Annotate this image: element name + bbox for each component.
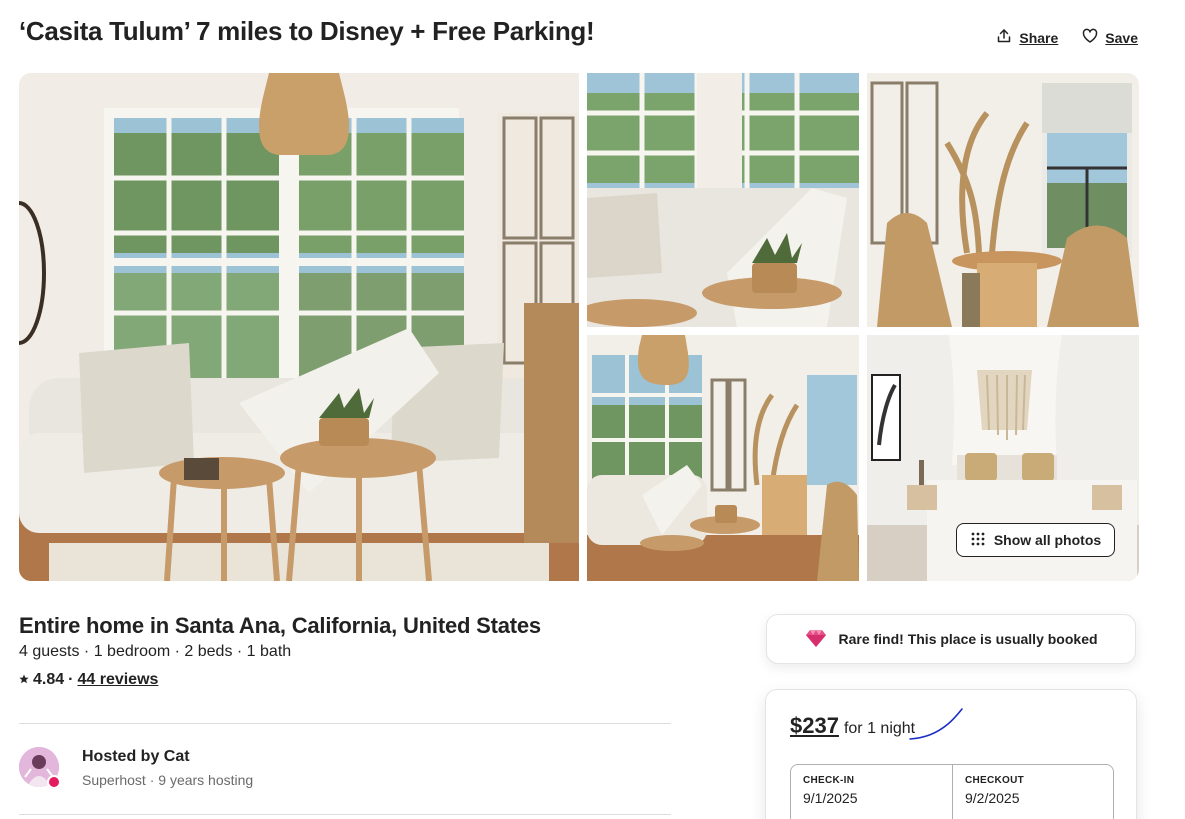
save-button[interactable]: Save bbox=[1082, 28, 1138, 47]
section-divider bbox=[19, 814, 671, 815]
share-button[interactable]: Share bbox=[996, 28, 1058, 47]
booking-card: $237 for 1 night CHECK-IN 9/1/2025 CHECK… bbox=[765, 689, 1137, 819]
diamond-icon bbox=[804, 626, 828, 653]
section-divider bbox=[19, 723, 671, 724]
price-suffix: for 1 night bbox=[843, 720, 916, 737]
photo-gallery bbox=[19, 73, 1139, 581]
date-picker: CHECK-IN 9/1/2025 CHECKOUT 9/2/2025 bbox=[790, 764, 1114, 819]
rare-find-text: Rare find! This place is usually booked bbox=[838, 631, 1098, 647]
share-icon bbox=[996, 28, 1012, 47]
rating-value: 4.84 bbox=[33, 671, 65, 688]
reviews-link[interactable]: 44 reviews bbox=[77, 671, 158, 689]
listing-title: ‘Casita Tulum’ 7 miles to Disney + Free … bbox=[19, 16, 595, 46]
host-name: Hosted by Cat bbox=[82, 748, 190, 765]
rating-separator: · bbox=[68, 671, 74, 688]
photo-room-wide[interactable] bbox=[587, 335, 859, 581]
show-all-photos-button[interactable]: Show all photos bbox=[956, 523, 1115, 557]
pen-annotation bbox=[909, 708, 963, 740]
superhost-badge-icon bbox=[47, 775, 61, 789]
listing-actions: Share Save bbox=[996, 28, 1138, 47]
checkin-field[interactable]: CHECK-IN 9/1/2025 bbox=[791, 765, 953, 819]
listing-subheading: Entire home in Santa Ana, California, Un… bbox=[19, 613, 541, 638]
photo-sofa[interactable] bbox=[587, 73, 859, 327]
checkout-value: 9/2/2025 bbox=[965, 790, 1020, 806]
checkin-value: 9/1/2025 bbox=[803, 790, 858, 806]
checkin-label: CHECK-IN bbox=[803, 775, 855, 786]
heart-icon bbox=[1082, 28, 1098, 47]
listing-facts: 4 guests · 1 bedroom · 2 beds · 1 bath bbox=[19, 643, 292, 660]
show-all-photos-label: Show all photos bbox=[993, 532, 1102, 548]
checkout-label: CHECKOUT bbox=[965, 775, 1025, 786]
price-row: $237 for 1 night bbox=[790, 713, 915, 739]
save-label: Save bbox=[1105, 29, 1138, 46]
checkout-field[interactable]: CHECKOUT 9/2/2025 bbox=[953, 765, 1113, 819]
host-meta: Superhost · 9 years hosting bbox=[82, 772, 254, 788]
rare-find-banner: Rare find! This place is usually booked bbox=[766, 614, 1136, 664]
share-label: Share bbox=[1019, 29, 1059, 46]
star-icon bbox=[19, 671, 29, 689]
photo-living-room[interactable] bbox=[19, 73, 579, 581]
photo-dining-corner[interactable] bbox=[867, 73, 1139, 327]
grid-dots-icon bbox=[970, 531, 986, 550]
rating-summary: 4.84 · 44 reviews bbox=[19, 671, 158, 689]
nightly-price[interactable]: $237 bbox=[790, 713, 839, 739]
